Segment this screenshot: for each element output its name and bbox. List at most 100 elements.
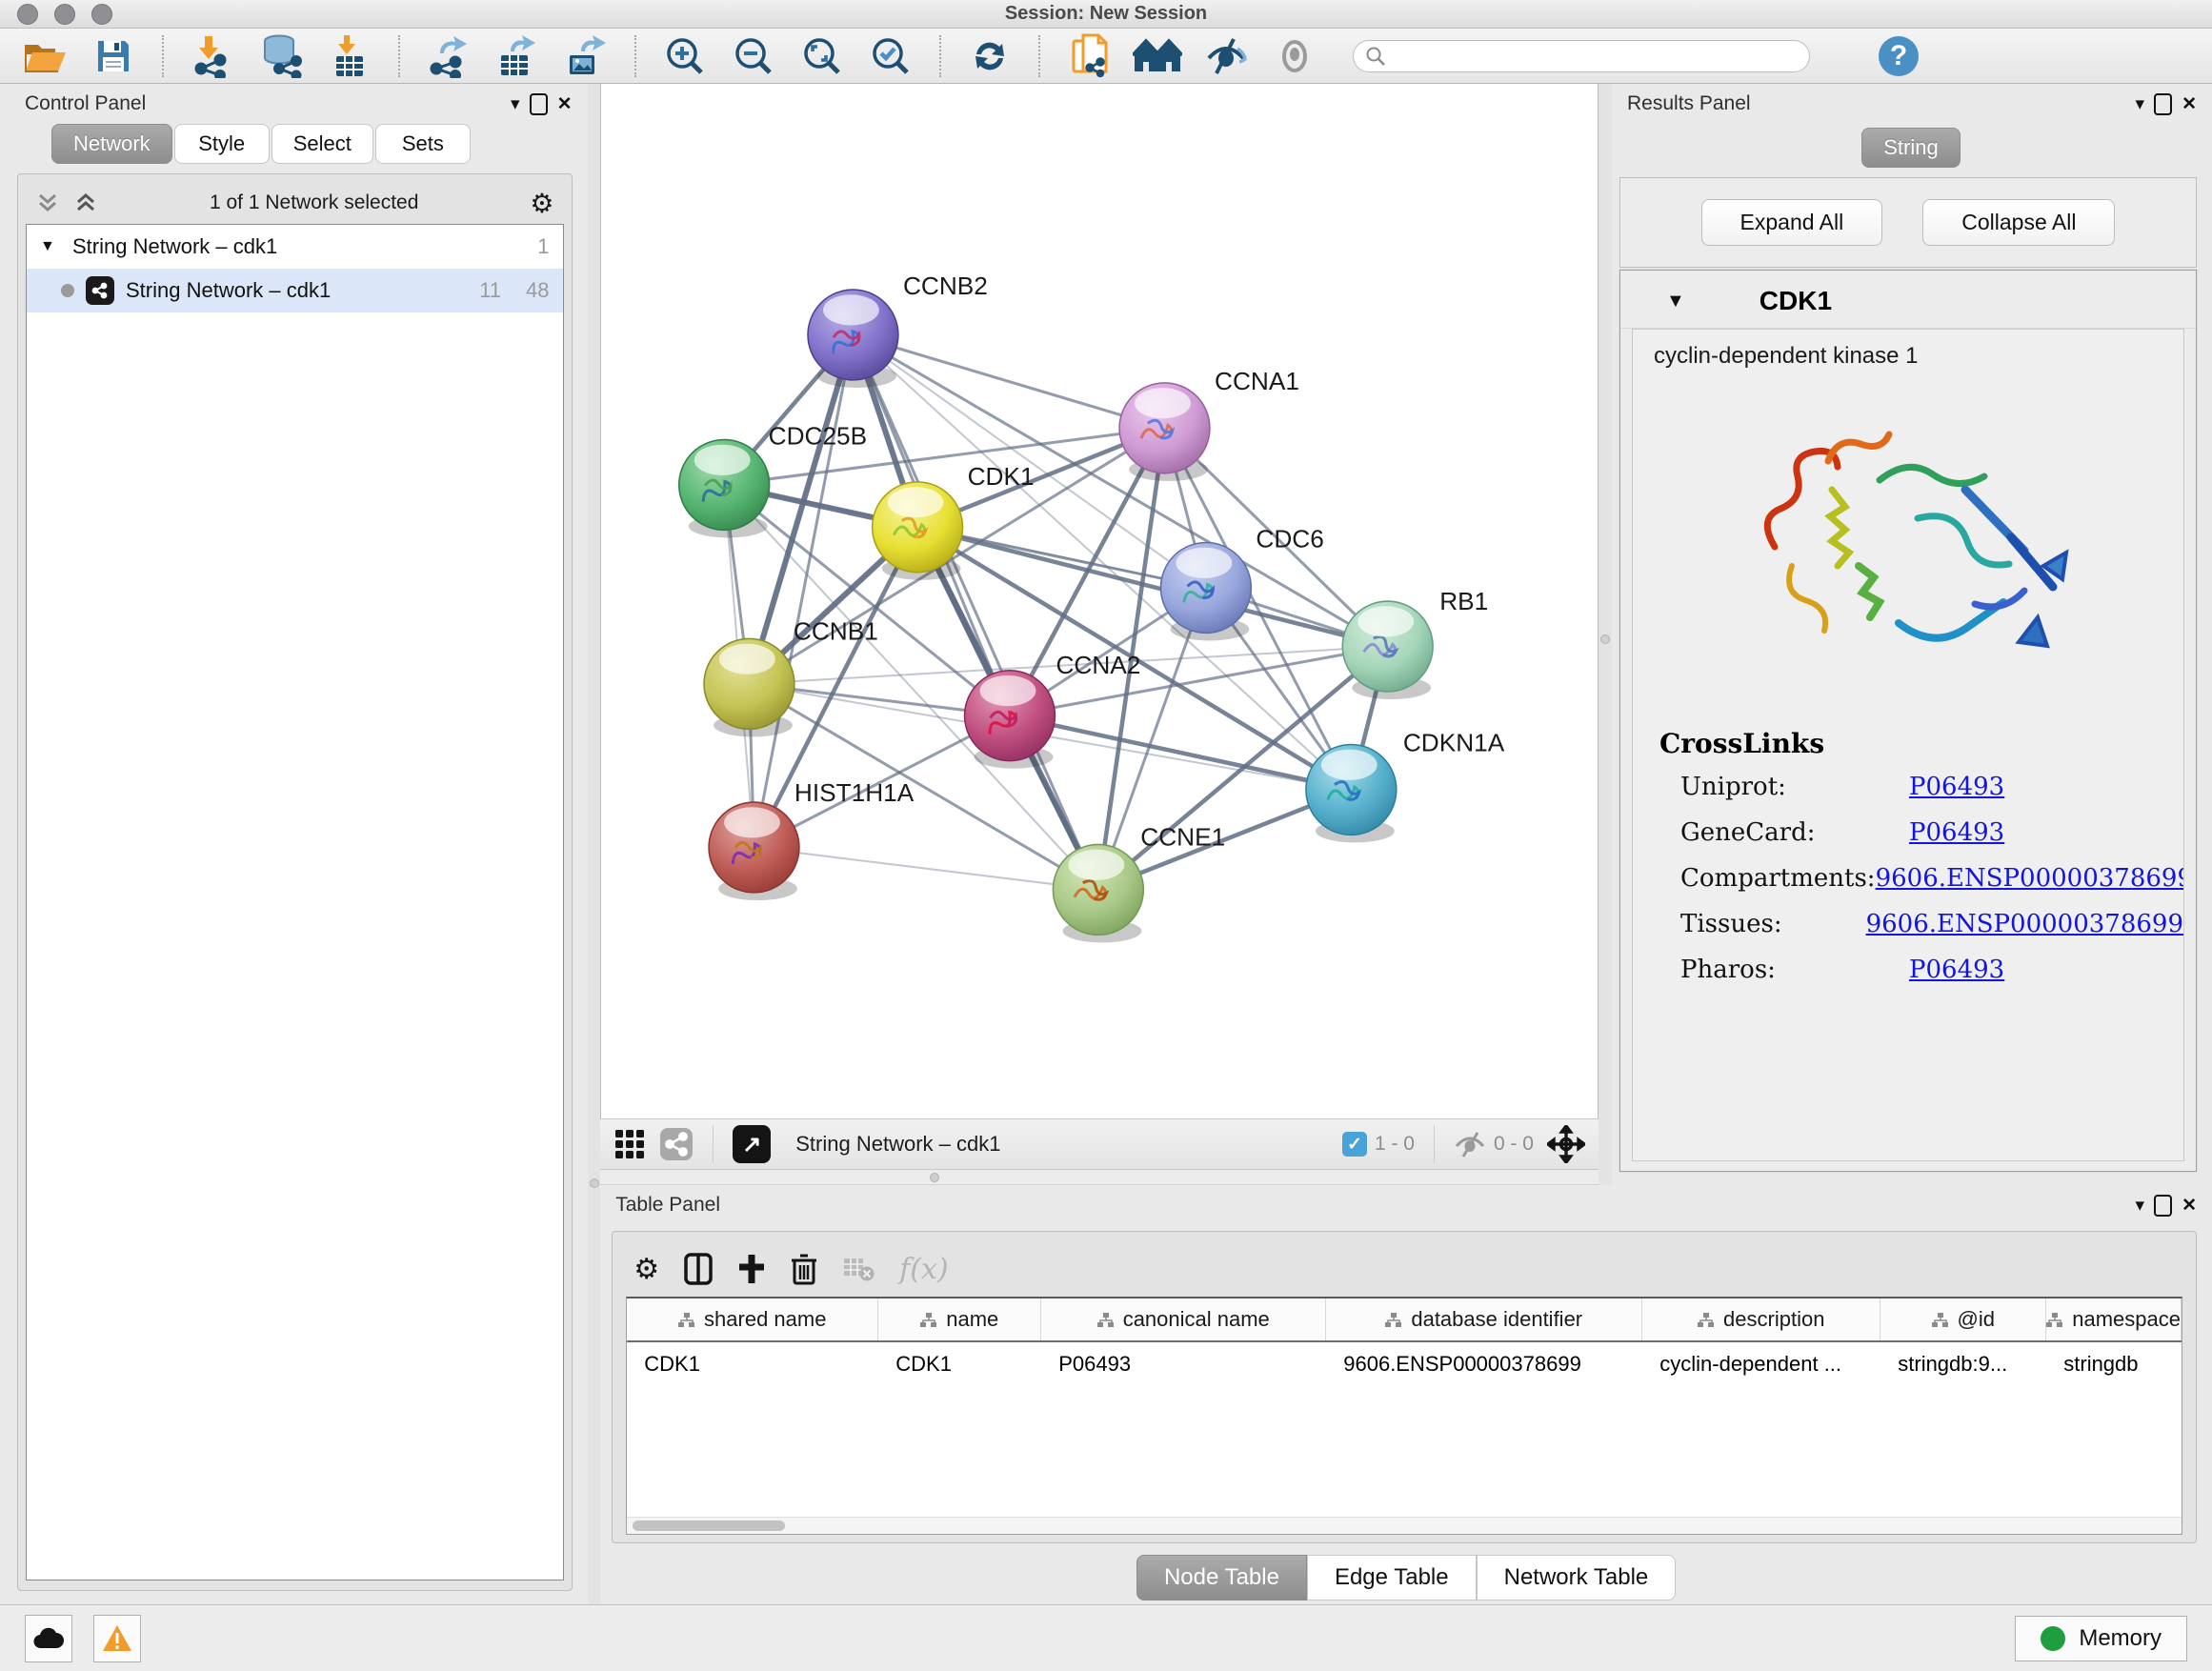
node-CCNA1[interactable]: CCNA1 xyxy=(1119,367,1299,481)
column-header-database-identifier[interactable]: database identifier xyxy=(1326,1299,1642,1340)
network-collection-row[interactable]: ▼ String Network – cdk1 1 xyxy=(27,225,563,269)
search-field-wrap[interactable] xyxy=(1353,40,1810,72)
collapse-panel-icon[interactable]: ▾ xyxy=(2136,1195,2145,1217)
tab-select[interactable]: Select xyxy=(271,124,373,164)
open-session-button[interactable] xyxy=(17,33,72,79)
apply-layout-button[interactable] xyxy=(962,33,1017,79)
node-HIST1H1A[interactable]: HIST1H1A xyxy=(709,778,915,900)
column-header-description[interactable]: description xyxy=(1642,1299,1880,1340)
tab-network-table[interactable]: Network Table xyxy=(1477,1555,1677,1601)
search-input[interactable] xyxy=(1394,48,1798,65)
table-settings-gear-icon[interactable]: ⚙ xyxy=(633,1253,659,1286)
collection-caret-icon[interactable]: ▼ xyxy=(40,238,61,255)
edge-CCNB2-HIST1H1A[interactable] xyxy=(754,334,854,847)
node-details-header[interactable]: ▼ CDK1 xyxy=(1620,271,2196,329)
export-network-button[interactable] xyxy=(421,33,476,79)
delete-column-icon[interactable] xyxy=(791,1253,817,1285)
import-table-file-button[interactable] xyxy=(322,33,377,79)
scrollbar-thumb[interactable] xyxy=(633,1520,785,1531)
tab-edge-table[interactable]: Edge Table xyxy=(1307,1555,1477,1601)
float-panel-icon[interactable] xyxy=(2154,1195,2172,1217)
add-column-icon[interactable] xyxy=(737,1253,766,1285)
birds-eye-icon[interactable] xyxy=(1547,1125,1585,1163)
network-canvas[interactable]: CCNB2CCNA1CDC25BCDK1CDC6RB1CCNB1CCNA2CDK… xyxy=(600,84,1599,1118)
detach-view-button[interactable]: ↗ xyxy=(733,1125,771,1163)
minimize-window-button[interactable] xyxy=(54,4,75,25)
node-CDK1[interactable]: CDK1 xyxy=(873,462,1035,580)
export-table-button[interactable] xyxy=(490,33,545,79)
gear-icon[interactable]: ⚙ xyxy=(530,188,553,219)
tab-network[interactable]: Network xyxy=(51,124,172,164)
right-splitter[interactable] xyxy=(1599,84,1612,1185)
tab-node-table[interactable]: Node Table xyxy=(1136,1555,1307,1601)
column-header-namespace[interactable]: namespace xyxy=(2046,1299,2182,1340)
node-RB1[interactable]: RB1 xyxy=(1343,587,1489,699)
help-button[interactable]: ? xyxy=(1871,33,1926,79)
column-header-shared-name[interactable]: shared name xyxy=(627,1299,878,1340)
node-CCNB1[interactable]: CCNB1 xyxy=(704,616,878,736)
memory-button[interactable]: Memory xyxy=(2015,1616,2187,1661)
chevrons-up-icon[interactable] xyxy=(73,191,98,215)
first-neighbors-button[interactable] xyxy=(1130,33,1185,79)
export-image-button[interactable] xyxy=(558,33,613,79)
tab-style[interactable]: Style xyxy=(174,124,270,164)
zoom-selected-button[interactable] xyxy=(863,33,918,79)
node-CCNE1[interactable]: CCNE1 xyxy=(1054,822,1226,942)
close-panel-icon[interactable]: ✕ xyxy=(557,93,573,115)
maximize-window-button[interactable] xyxy=(91,4,112,25)
crosslink-link[interactable]: P06493 xyxy=(1909,773,2004,801)
column-header-canonical-name[interactable]: canonical name xyxy=(1041,1299,1326,1340)
collapse-panel-icon[interactable]: ▾ xyxy=(511,93,520,115)
network-graph[interactable]: CCNB2CCNA1CDC25BCDK1CDC6RB1CCNB1CCNA2CDK… xyxy=(601,84,1598,1118)
splitter-handle[interactable] xyxy=(1600,634,1610,644)
node-CCNB2[interactable]: CCNB2 xyxy=(808,272,988,388)
splitter-handle[interactable] xyxy=(930,1173,939,1182)
crosslink-link[interactable]: P06493 xyxy=(1909,818,2004,847)
crosslink-link[interactable]: P06493 xyxy=(1909,956,2004,984)
column-header-name[interactable]: name xyxy=(878,1299,1041,1340)
collapse-panel-icon[interactable]: ▾ xyxy=(2136,93,2145,115)
grid-view-icon[interactable] xyxy=(613,1128,646,1160)
show-columns-icon[interactable] xyxy=(684,1253,713,1285)
import-network-file-button[interactable] xyxy=(185,33,240,79)
edge-CCNA2-CDKN1A[interactable] xyxy=(1010,715,1351,790)
import-network-database-button[interactable] xyxy=(253,33,309,79)
horizontal-splitter[interactable] xyxy=(600,1170,1599,1185)
float-panel-icon[interactable] xyxy=(530,93,548,115)
expand-all-button[interactable]: Expand All xyxy=(1701,199,1883,246)
save-session-button[interactable] xyxy=(86,33,141,79)
selected-checkbox-icon[interactable]: ✓ xyxy=(1342,1132,1367,1157)
network-view-icon[interactable] xyxy=(659,1127,694,1161)
table-header-row: shared namenamecanonical namedatabase id… xyxy=(627,1299,2182,1342)
hide-selected-button[interactable] xyxy=(1198,33,1254,79)
close-panel-icon[interactable]: ✕ xyxy=(2182,93,2197,115)
left-splitter[interactable] xyxy=(588,84,601,1604)
float-panel-icon[interactable] xyxy=(2154,93,2172,115)
houses-icon xyxy=(1133,37,1182,75)
crosslink-link[interactable]: 9606.ENSP00000378699 xyxy=(1876,864,2184,893)
chevrons-down-icon[interactable] xyxy=(35,191,60,215)
crosslink-link[interactable]: 9606.ENSP00000378699 xyxy=(1866,910,2183,938)
network-row[interactable]: String Network – cdk1 11 48 xyxy=(27,269,563,312)
splitter-handle[interactable] xyxy=(590,1178,599,1188)
close-window-button[interactable] xyxy=(17,4,38,25)
zoom-in-button[interactable] xyxy=(657,33,713,79)
collapse-all-button[interactable]: Collapse All xyxy=(1922,199,2115,246)
tab-sets[interactable]: Sets xyxy=(375,124,471,164)
toolbar-separator xyxy=(398,35,400,77)
table-horizontal-scrollbar[interactable] xyxy=(627,1517,2182,1534)
clone-network-button[interactable] xyxy=(1061,33,1116,79)
edge-CCNB2-CCNA1[interactable] xyxy=(854,334,1165,428)
tab-string[interactable]: String xyxy=(1861,128,1960,168)
table-row[interactable]: CDK1CDK1P064939606.ENSP00000378699cyclin… xyxy=(627,1342,2182,1386)
edge-HIST1H1A-CCNE1[interactable] xyxy=(754,847,1098,889)
node-caret-icon[interactable]: ▼ xyxy=(1666,291,1685,312)
close-panel-icon[interactable]: ✕ xyxy=(2182,1195,2197,1217)
warnings-button[interactable] xyxy=(93,1615,141,1662)
zoom-fit-button[interactable] xyxy=(794,33,850,79)
cloud-status-button[interactable] xyxy=(25,1615,72,1662)
zoom-out-button[interactable] xyxy=(726,33,781,79)
show-all-button[interactable] xyxy=(1267,33,1322,79)
column-header--id[interactable]: @id xyxy=(1880,1299,2046,1340)
node-CDKN1A[interactable]: CDKN1A xyxy=(1306,729,1505,843)
